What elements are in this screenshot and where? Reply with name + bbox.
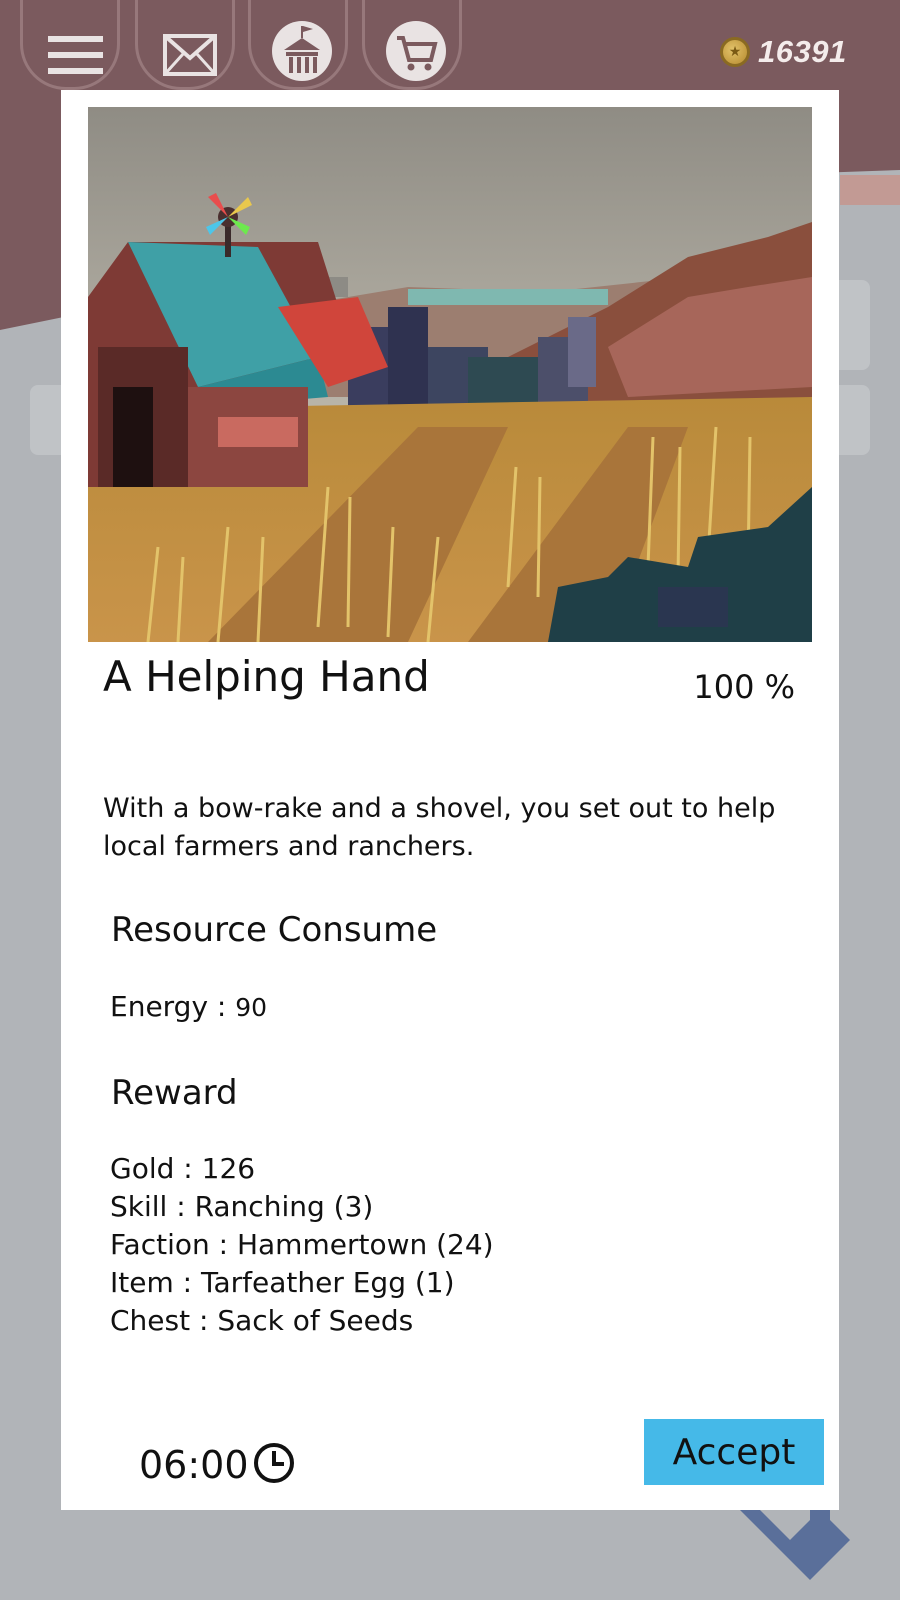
quest-description: With a bow-rake and a shovel, you set ou… — [103, 793, 776, 862]
reward-list: Gold : 126 Skill : Ranching (3) Faction … — [110, 1150, 494, 1340]
reward-item-value: Ranching (3) — [194, 1190, 374, 1223]
reward-item-label: Gold : — [110, 1152, 202, 1185]
reward-item: Gold : 126 — [110, 1150, 494, 1188]
reward-item-label: Chest : — [110, 1304, 218, 1337]
reward-item: Skill : Ranching (3) — [110, 1188, 494, 1226]
gold-amount: 16391 — [758, 34, 847, 69]
reward-item-value: Sack of Seeds — [217, 1304, 414, 1337]
shop-button[interactable] — [362, 0, 462, 90]
shopping-cart-icon — [385, 20, 447, 82]
mail-button[interactable] — [135, 0, 235, 90]
resource-consume-list: Energy : 90 — [110, 988, 267, 1027]
quest-illustration — [88, 107, 812, 642]
consume-item-label: Energy : — [110, 990, 236, 1023]
gold-coin-icon: ★ — [720, 37, 750, 67]
reward-item: Chest : Sack of Seeds — [110, 1302, 494, 1340]
reward-item-value: 126 — [201, 1152, 256, 1185]
gold-counter: ★ 16391 — [720, 30, 847, 74]
quest-dialog: A Helping Hand 100 % With a bow-rake and… — [61, 90, 839, 1510]
town-hall-icon — [271, 20, 333, 82]
accept-button[interactable]: Accept — [644, 1419, 824, 1485]
reward-item: Item : Tarfeather Egg (1) — [110, 1264, 494, 1302]
resource-consume-heading: Resource Consume — [111, 910, 438, 950]
consume-item: Energy : 90 — [110, 988, 267, 1027]
reward-heading: Reward — [111, 1073, 238, 1113]
quest-success-chance: 100 % — [693, 668, 795, 706]
duration-value: 06:00 — [139, 1443, 249, 1487]
reward-item-label: Item : — [110, 1266, 201, 1299]
clock-icon — [253, 1442, 295, 1488]
quest-duration: 06:00 — [139, 1440, 295, 1490]
reward-item: Faction : Hammertown (24) — [110, 1226, 494, 1264]
reward-item-label: Faction : — [110, 1228, 237, 1261]
reward-item-value: Hammertown (24) — [236, 1228, 494, 1261]
envelope-icon — [163, 34, 217, 76]
town-hall-button[interactable] — [248, 0, 348, 90]
reward-item-label: Skill : — [110, 1190, 195, 1223]
reward-item-value: Tarfeather Egg (1) — [200, 1266, 455, 1299]
hamburger-menu-icon — [48, 35, 103, 75]
quest-title: A Helping Hand — [103, 652, 430, 701]
consume-item-value: 90 — [235, 993, 268, 1022]
menu-button[interactable] — [20, 0, 120, 90]
